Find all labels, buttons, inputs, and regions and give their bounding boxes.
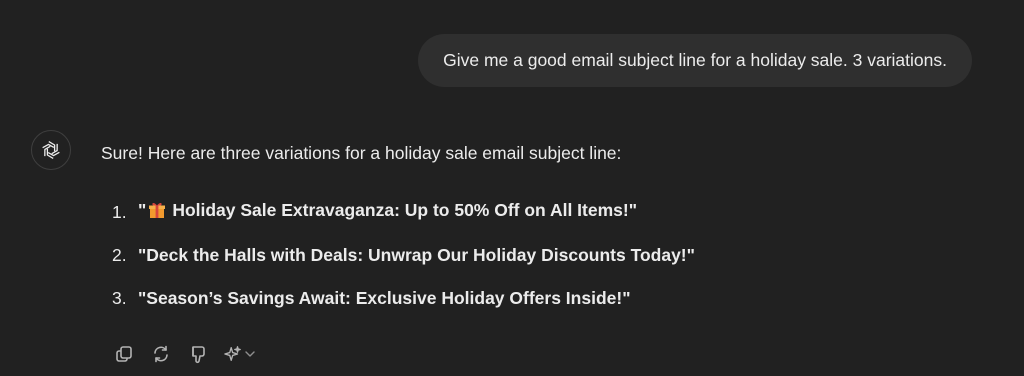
copy-icon — [116, 346, 132, 362]
list-item: 2. "Deck the Halls with Deals: Unwrap Ou… — [112, 245, 695, 266]
list-number: 3. — [112, 288, 127, 308]
list-item-text: " Holiday Sale Extravaganza: Up to 50% O… — [138, 200, 637, 224]
gift-icon — [148, 201, 166, 224]
user-message-bubble: Give me a good email subject line for a … — [418, 34, 972, 87]
copy-button[interactable] — [113, 343, 135, 365]
list-item: 1. " Holiday Sale Extravaganza: Up to 50… — [112, 200, 637, 224]
list-number: 1. — [112, 201, 127, 222]
list-item-label: Holiday Sale Extravaganza: Up to 50% Off… — [172, 200, 638, 220]
regenerate-button[interactable] — [150, 343, 172, 365]
thumbs-down-icon — [192, 346, 205, 364]
chat-view: Give me a good email subject line for a … — [0, 0, 1024, 376]
message-actions — [113, 343, 256, 365]
list-item-text: "Deck the Halls with Deals: Unwrap Our H… — [138, 245, 695, 265]
chevron-down-icon — [245, 351, 255, 357]
thumbs-down-button[interactable] — [187, 343, 209, 365]
openai-logo-icon — [31, 130, 71, 170]
assistant-intro-text: Sure! Here are three variations for a ho… — [101, 143, 622, 163]
sparkle-icon — [224, 346, 241, 361]
quote-mark: " — [138, 200, 147, 220]
regenerate-icon — [154, 345, 168, 363]
list-item-text: "Season’s Savings Await: Exclusive Holid… — [138, 288, 631, 308]
list-number: 2. — [112, 245, 127, 265]
user-message-text: Give me a good email subject line for a … — [443, 50, 947, 70]
model-switcher-button[interactable] — [224, 345, 256, 363]
list-item: 3. "Season’s Savings Await: Exclusive Ho… — [112, 288, 631, 309]
